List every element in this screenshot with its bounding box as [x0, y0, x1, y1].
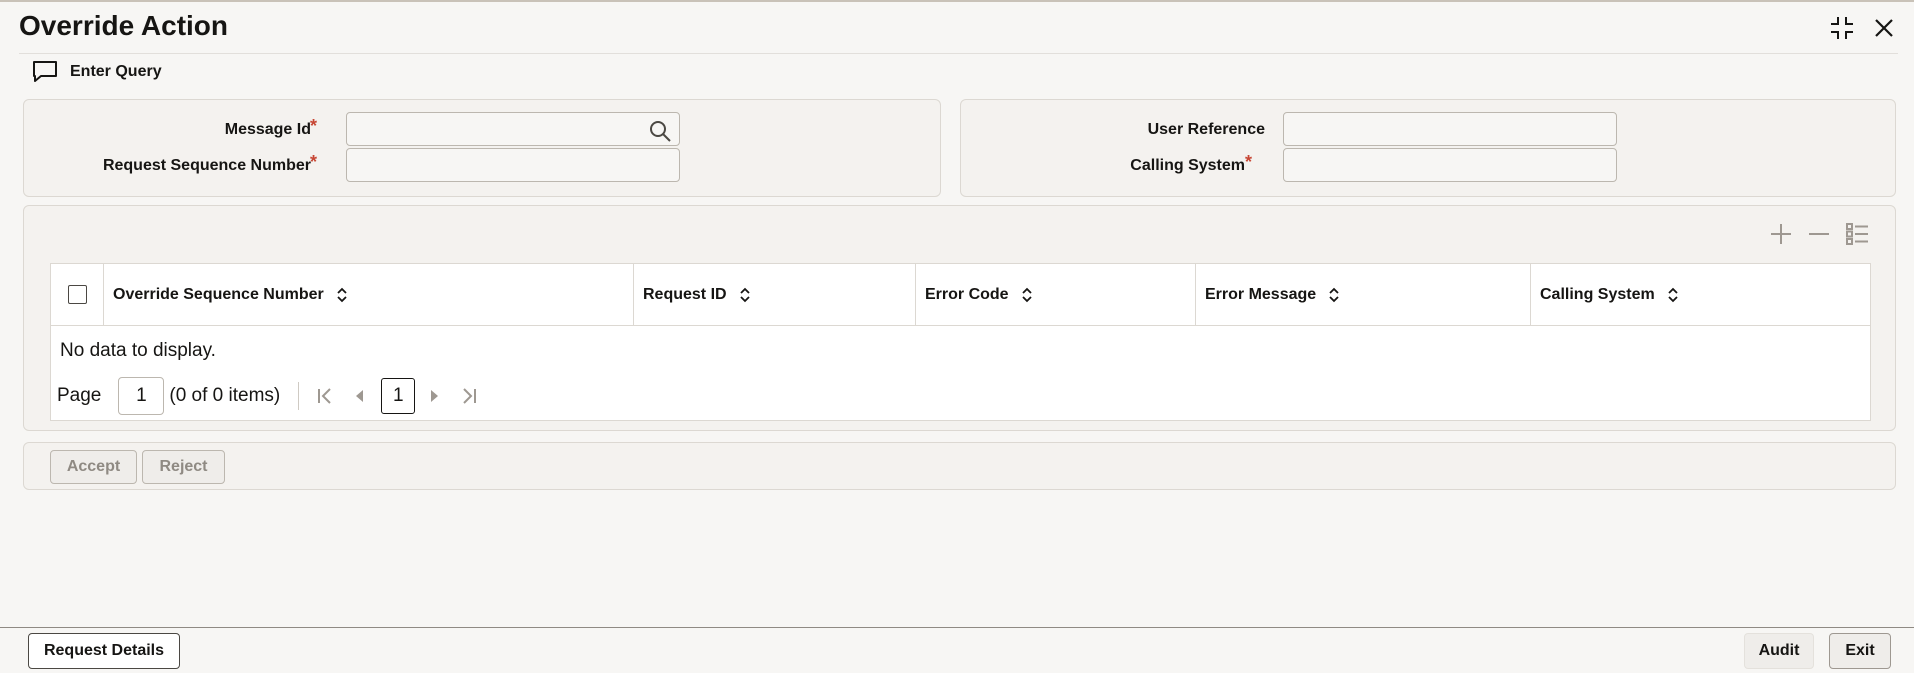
enter-query-button[interactable]: Enter Query	[32, 60, 162, 84]
page-label: Page	[57, 385, 102, 406]
minimize-icon[interactable]	[1828, 14, 1856, 42]
message-id-label: Message Id	[224, 121, 311, 138]
exit-button[interactable]: Exit	[1829, 633, 1891, 669]
empty-table-message: No data to display.	[60, 340, 216, 361]
select-all-checkbox[interactable]	[68, 285, 87, 304]
current-page-button[interactable]: 1	[381, 378, 416, 414]
required-marker: *	[1245, 152, 1253, 172]
calling-system-input[interactable]	[1283, 148, 1617, 182]
request-sequence-number-input[interactable]	[346, 148, 680, 182]
items-count: (0 of 0 items)	[169, 385, 281, 406]
close-icon[interactable]	[1870, 14, 1898, 42]
title-divider	[19, 53, 1898, 54]
column-header[interactable]: Error Code	[916, 264, 1196, 325]
message-id-input[interactable]	[346, 112, 680, 146]
column-header[interactable]: Error Message	[1196, 264, 1531, 325]
pagination: Page 1 (0 of 0 items) 1	[57, 377, 491, 415]
sort-icon[interactable]	[336, 287, 348, 303]
page-number-input[interactable]: 1	[118, 377, 165, 415]
request-sequence-number-label: Request Sequence Number	[102, 157, 311, 174]
list-view-icon[interactable]	[1845, 222, 1869, 246]
required-marker: *	[310, 152, 318, 172]
sort-icon[interactable]	[1667, 287, 1679, 303]
plus-icon[interactable]	[1769, 222, 1793, 246]
audit-button[interactable]: Audit	[1744, 633, 1814, 669]
query-panel-right: User Reference Calling System *	[960, 99, 1896, 197]
column-header[interactable]: Override Sequence Number	[104, 264, 634, 325]
enter-query-label: Enter Query	[70, 63, 162, 80]
select-all-cell	[51, 264, 104, 325]
chat-bubble-icon	[33, 61, 57, 82]
column-header[interactable]: Calling System	[1531, 264, 1870, 325]
override-table: Override Sequence Number Request ID Erro…	[50, 263, 1871, 421]
query-panel-left: Message Id * Request Sequence Number *	[23, 99, 941, 197]
reject-button[interactable]: Reject	[142, 450, 225, 484]
first-page-icon[interactable]	[313, 384, 337, 408]
grid-toolbar	[1769, 222, 1869, 246]
search-icon[interactable]	[648, 119, 672, 143]
required-marker: *	[310, 116, 318, 136]
next-page-icon[interactable]	[423, 384, 447, 408]
accept-button[interactable]: Accept	[50, 450, 137, 484]
sort-icon[interactable]	[1021, 287, 1033, 303]
column-header[interactable]: Request ID	[634, 264, 916, 325]
window-controls	[1828, 14, 1898, 42]
table-header: Override Sequence Number Request ID Erro…	[51, 264, 1870, 326]
last-page-icon[interactable]	[457, 384, 481, 408]
pager-divider	[298, 382, 300, 410]
user-reference-input[interactable]	[1283, 112, 1617, 146]
request-details-button[interactable]: Request Details	[28, 633, 180, 669]
actions-panel: Accept Reject	[23, 442, 1896, 490]
user-reference-label: User Reference	[1147, 121, 1265, 138]
page-title: Override Action	[19, 10, 229, 41]
sort-icon[interactable]	[1328, 287, 1340, 303]
sort-icon[interactable]	[739, 287, 751, 303]
top-accent-line	[0, 0, 1914, 2]
footer-divider	[0, 627, 1914, 628]
minus-icon[interactable]	[1807, 222, 1831, 246]
previous-page-icon[interactable]	[347, 384, 371, 408]
calling-system-label: Calling System	[1130, 157, 1245, 174]
override-grid-panel: Override Sequence Number Request ID Erro…	[23, 205, 1896, 431]
